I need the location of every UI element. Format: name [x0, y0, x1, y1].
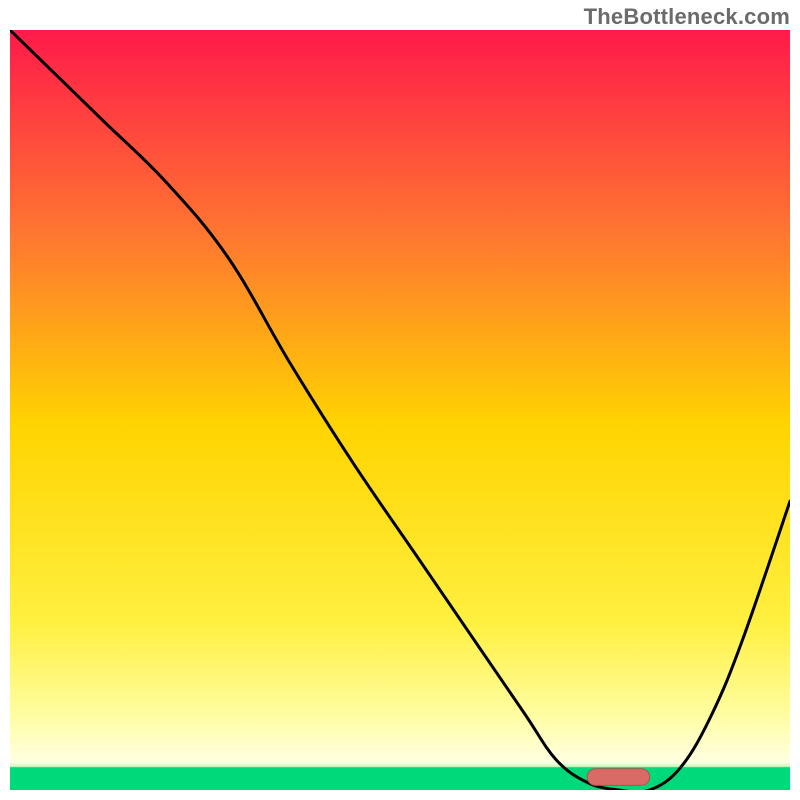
chart-frame: TheBottleneck.com [0, 0, 800, 800]
plot-area [10, 30, 790, 790]
sweet-spot-marker [587, 769, 649, 786]
green-band [10, 767, 790, 790]
watermark-text: TheBottleneck.com [584, 4, 790, 30]
plot-svg [10, 30, 790, 790]
